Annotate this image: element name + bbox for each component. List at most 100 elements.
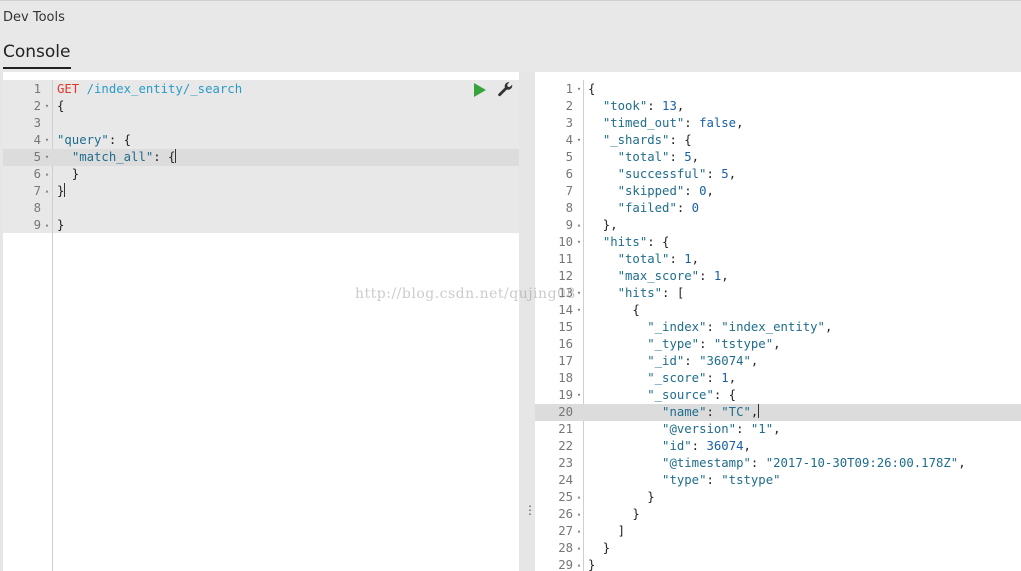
token: },: [588, 218, 618, 232]
fold-toggle-icon[interactable]: ▾: [575, 302, 583, 319]
response-line[interactable]: 4 ▾ "_shards": {: [535, 132, 1021, 149]
response-line[interactable]: 27 ▴ ]: [535, 523, 1021, 540]
token: ,: [676, 99, 685, 113]
response-line[interactable]: 5 "total": 5,: [535, 149, 1021, 166]
token: ,: [728, 167, 737, 181]
response-line[interactable]: 28 ▴ }: [535, 540, 1021, 557]
response-line[interactable]: 7 "skipped": 0,: [535, 183, 1021, 200]
token: ,: [706, 184, 714, 198]
response-line[interactable]: 18 "_score": 1,: [535, 370, 1021, 387]
fold-toggle-icon[interactable]: ▴: [43, 166, 51, 183]
line-number: 7: [33, 184, 41, 198]
response-line[interactable]: 2 "took": 13,: [535, 98, 1021, 115]
fold-toggle-icon[interactable]: ▴: [575, 523, 583, 540]
response-line[interactable]: 14 ▾ {: [535, 302, 1021, 319]
fold-toggle-icon[interactable]: ▾: [575, 132, 583, 149]
pane-resizer[interactable]: ⋮: [519, 72, 536, 571]
fold-toggle-icon[interactable]: ▾: [575, 81, 583, 98]
request-line[interactable]: 9 ▴}: [3, 217, 519, 234]
response-line[interactable]: 21 "@version": "1",: [535, 421, 1021, 438]
line-number: 1: [33, 82, 41, 96]
response-line[interactable]: 16 "_type": "tstype",: [535, 336, 1021, 353]
code-text: "skipped": 0,: [588, 183, 714, 200]
response-line[interactable]: 3 "timed_out": false,: [535, 115, 1021, 132]
request-editor[interactable]: 1 GET /index_entity/_search 2 ▾{3 4 ▾ "query":…: [3, 72, 519, 571]
token: ,: [721, 269, 729, 283]
fold-toggle-icon[interactable]: ▾: [43, 132, 51, 149]
token: "timed_out": [602, 116, 685, 130]
wrench-icon[interactable]: [497, 81, 514, 98]
fold-toggle-icon[interactable]: ▾: [43, 98, 51, 115]
code-text: "_type": "tstype",: [588, 336, 780, 353]
token: "tstype": [713, 337, 774, 351]
response-line[interactable]: 11 "total": 1,: [535, 251, 1021, 268]
line-number: 10: [558, 235, 573, 249]
token: "total": [617, 150, 670, 164]
line-number: 2: [33, 99, 41, 113]
fold-toggle-icon[interactable]: ▾: [575, 234, 583, 251]
request-line[interactable]: 8: [3, 200, 519, 217]
fold-toggle-icon[interactable]: ▾: [575, 387, 583, 404]
code-text: "_index": "index_entity",: [588, 319, 832, 336]
code-text: ]: [588, 523, 625, 540]
response-line[interactable]: 23 "@timestamp": "2017-10-30T09:26:00.17…: [535, 455, 1021, 472]
request-line[interactable]: 6 ▴ }: [3, 166, 519, 183]
response-line[interactable]: 9 ▴ },: [535, 217, 1021, 234]
request-line[interactable]: 3: [3, 115, 519, 132]
response-line[interactable]: 12 "max_score": 1,: [535, 268, 1021, 285]
token: 0: [691, 201, 700, 215]
response-viewer[interactable]: 1 ▾{2 "took": 13, 3 "timed_out": false, 4 ▾ …: [535, 72, 1021, 571]
line-number: 6: [565, 167, 573, 181]
fold-toggle-icon[interactable]: ▾: [575, 285, 583, 302]
request-line[interactable]: 2 ▾ {: [3, 98, 519, 115]
fold-toggle-icon[interactable]: ▴: [575, 540, 583, 557]
fold-toggle-icon[interactable]: ▴: [575, 506, 583, 523]
token: ,: [750, 405, 759, 419]
fold-toggle-icon[interactable]: ▴: [43, 217, 51, 234]
response-line[interactable]: 1 ▾ {: [535, 81, 1021, 98]
response-line[interactable]: 24 "type": "tstype": [535, 472, 1021, 489]
line-number: 14: [558, 303, 573, 317]
fold-toggle-icon[interactable]: ▴: [575, 217, 583, 234]
token: "_index": [647, 320, 707, 334]
response-line[interactable]: 10 ▾ "hits": {: [535, 234, 1021, 251]
fold-toggle-icon[interactable]: ▾: [43, 149, 51, 166]
response-line[interactable]: 25 ▴ }: [535, 489, 1021, 506]
line-number: 23: [558, 456, 573, 470]
line-number: 22: [558, 439, 573, 453]
code-text: }: [57, 166, 79, 183]
request-line[interactable]: 5 ▾ "match_all": {: [3, 149, 519, 166]
fold-toggle-icon[interactable]: ▴: [575, 557, 583, 571]
request-line[interactable]: 4 ▾ "query": {: [3, 132, 519, 149]
token: }: [57, 218, 65, 232]
response-line[interactable]: 20 "name": "TC",: [535, 404, 1021, 421]
token: ,: [728, 371, 737, 385]
token: }: [57, 184, 65, 198]
request-line[interactable]: 7 ▴}: [3, 183, 519, 200]
response-line[interactable]: 13 ▾ "hits": [: [535, 285, 1021, 302]
response-line[interactable]: 6 "successful": 5,: [535, 166, 1021, 183]
response-line[interactable]: 15 "_index": "index_entity",: [535, 319, 1021, 336]
response-line[interactable]: 19 ▾ "_source": {: [535, 387, 1021, 404]
line-number: 15: [558, 320, 573, 334]
request-line[interactable]: 1 GET /index_entity/_search: [3, 81, 519, 98]
token: "_shards": [602, 133, 670, 147]
fold-toggle-icon[interactable]: ▴: [43, 183, 51, 200]
tab-console[interactable]: Console: [3, 42, 71, 69]
token: : {: [153, 150, 176, 164]
line-number: 17: [558, 354, 573, 368]
token: "failed": [617, 201, 677, 215]
play-icon[interactable]: [473, 82, 487, 98]
code-text: "hits": [: [588, 285, 685, 302]
response-line[interactable]: 22 "id": 36074,: [535, 438, 1021, 455]
response-line[interactable]: 8 "failed": 0: [535, 200, 1021, 217]
token: :: [684, 354, 700, 368]
response-line[interactable]: 17 "_id": "36074",: [535, 353, 1021, 370]
fold-toggle-icon[interactable]: ▴: [575, 489, 583, 506]
response-line[interactable]: 26 ▴ }: [535, 506, 1021, 523]
response-line[interactable]: 29 ▴}: [535, 557, 1021, 571]
